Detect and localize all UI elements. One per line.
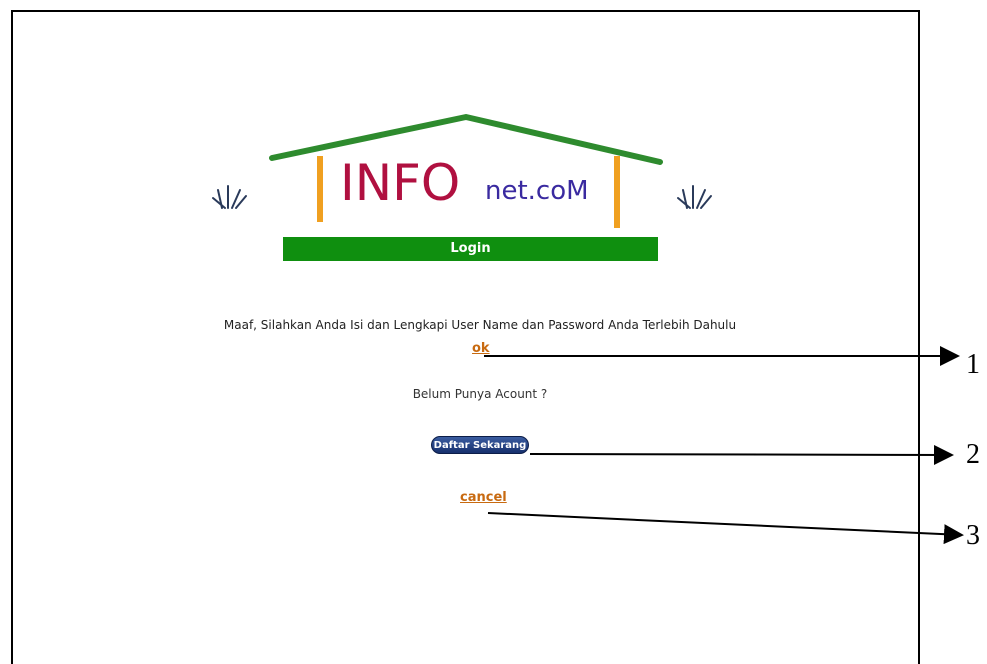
callout-number-3: 3 xyxy=(966,520,980,551)
callout-arrows xyxy=(484,346,964,545)
callout-arrow-3 xyxy=(487,512,964,545)
callout-number-1: 1 xyxy=(966,349,980,380)
page: INFO net.coM Login Maaf, Silahkan Anda I… xyxy=(0,0,987,664)
callout-arrow-2 xyxy=(529,444,954,465)
callout-number-2: 2 xyxy=(966,439,980,470)
